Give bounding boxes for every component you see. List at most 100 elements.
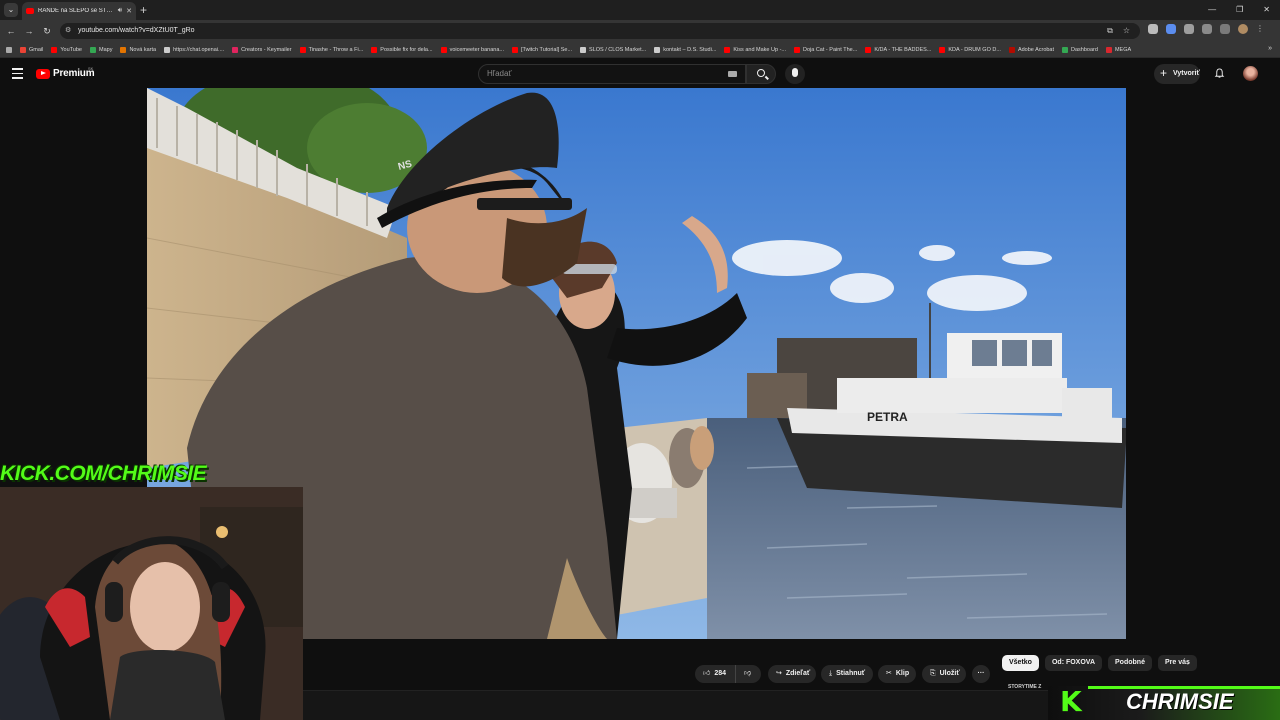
openai-icon <box>164 46 171 53</box>
bookmark-4[interactable]: https://chat.openai.... <box>164 46 224 53</box>
extensions-bar: ⋮ <box>1148 24 1264 34</box>
extension-icon[interactable] <box>1166 24 1176 34</box>
search-button[interactable] <box>746 64 776 84</box>
dislike-button[interactable]: 👎︎ <box>735 665 761 683</box>
youtube-premium-logo[interactable]: Premium <box>36 68 95 79</box>
bookmark-label: Creators - Keymailer <box>241 46 292 53</box>
webcam-feed <box>0 487 303 720</box>
chip-all[interactable]: Všetko <box>1002 655 1039 671</box>
bookmark-8[interactable]: voicemeeter banana... <box>440 46 504 53</box>
youtube-icon <box>794 46 800 53</box>
shield-extension-icon[interactable] <box>1148 24 1158 34</box>
tab-title: RANDE na SLEPO se STREAMEREM <box>38 8 114 14</box>
youtube-icon <box>299 46 306 53</box>
bookmark-16[interactable]: Adobe Acrobat <box>1008 46 1054 53</box>
puzzle-extensions-icon[interactable] <box>1202 24 1212 34</box>
voice-search-button[interactable] <box>785 64 805 84</box>
bookmark-label: Doja Cat - Paint The... <box>803 46 858 53</box>
thumbs-up-icon: 👍︎ <box>703 670 711 677</box>
install-app-icon[interactable]: ⧉ <box>1107 23 1113 39</box>
address-bar-row: ← → ↻ ⚙ youtube.com/watch?v=dXZtU0T_gRo … <box>0 20 1280 42</box>
bookmark-label: [Twitch Tutorial] Se... <box>521 46 573 53</box>
bookmark-11[interactable]: kontakt – D.S. Studi... <box>654 46 716 53</box>
youtube-icon <box>724 46 731 53</box>
bookmark-14[interactable]: K/DA - THE BADDES... <box>865 46 931 53</box>
top <box>110 650 225 720</box>
bookmark-15[interactable]: KDA - DRUM GO D... <box>939 46 1001 53</box>
create-button[interactable]: + Vytvoriť <box>1154 64 1200 84</box>
download-button[interactable]: ⤓ Stiahnuť <box>821 665 873 683</box>
bookmark-label: MEGA <box>1114 46 1132 53</box>
keymailer-icon <box>232 46 239 53</box>
create-label: Vytvoriť <box>1173 70 1200 77</box>
site-info-icon[interactable]: ⚙ <box>65 23 71 39</box>
bookmark-17[interactable]: Dashboard <box>1062 46 1098 53</box>
bookmarks-bar: Gmail YouTube Mapy Nová karta https://ch… <box>0 42 1280 58</box>
url-bar[interactable]: ⚙ youtube.com/watch?v=dXZtU0T_gRo ⧉ ☆ <box>60 23 1140 39</box>
chevron-right-icon[interactable]: › <box>1187 658 1190 667</box>
bookmark-13[interactable]: Doja Cat - Paint The... <box>794 46 858 53</box>
related-chips: Všetko Od: FOXOVA Podobné Pre vás <box>1002 655 1197 671</box>
search-icon <box>757 69 765 77</box>
back-arrow-icon[interactable]: ← <box>4 24 18 38</box>
like-count: 284 <box>714 670 727 677</box>
save-label: Uložiť <box>939 670 960 677</box>
chip-similar[interactable]: Podobné <box>1108 655 1152 671</box>
drive-extension-icon[interactable] <box>1184 24 1194 34</box>
like-button[interactable]: 👍︎ 284 <box>695 665 735 683</box>
bookmark-18[interactable]: MEGA <box>1105 46 1132 53</box>
url-text: youtube.com/watch?v=dXZtU0T_gRo <box>78 27 195 34</box>
bookmark-7[interactable]: Possible fix for dela... <box>371 46 433 53</box>
bookmark-10[interactable]: SLOS / CLOS Market... <box>580 46 646 53</box>
download-label: Stiahnuť <box>836 670 866 677</box>
clip-label: Klip <box>895 670 910 677</box>
browser-profile-avatar[interactable] <box>1238 24 1248 34</box>
bookmark-label: Mapy <box>99 46 113 53</box>
bookmark-12[interactable]: Kiss and Make Up -... <box>724 46 786 53</box>
minimize-icon[interactable]: — <box>1208 2 1216 18</box>
notifications-bell-icon[interactable] <box>1214 68 1225 79</box>
streamer-webcam <box>0 487 303 720</box>
share-label: Zdieľať <box>785 670 811 677</box>
more-actions-button[interactable]: ··· <box>972 665 990 683</box>
bookmark-3[interactable]: Nová karta <box>120 46 156 53</box>
browser-menu-icon[interactable]: ⋮ <box>1256 24 1264 34</box>
bookmarks-overflow-icon[interactable]: » <box>1268 45 1272 52</box>
apps-grid-icon[interactable] <box>6 46 12 53</box>
bookmark-icon: ⎘ <box>930 670 936 677</box>
restore-icon[interactable]: ❐ <box>1236 2 1243 18</box>
bookmark-5[interactable]: Creators - Keymailer <box>232 46 292 53</box>
bookmark-9[interactable]: [Twitch Tutorial] Se... <box>512 46 573 53</box>
share-button[interactable]: ↪ Zdieľať <box>768 665 816 683</box>
browser-tab-active[interactable]: RANDE na SLEPO se STREAMEREM 🔊︎ ✕ <box>22 2 136 20</box>
sidebar-icon[interactable] <box>1220 24 1230 34</box>
keyboard-icon[interactable] <box>728 71 737 77</box>
save-button[interactable]: ⎘ Uložiť <box>922 665 966 683</box>
new-tab-icon <box>120 46 127 53</box>
acrobat-icon <box>1008 46 1015 53</box>
close-icon[interactable]: ✕ <box>126 7 132 15</box>
hamburger-menu-icon[interactable] <box>12 68 23 79</box>
user-avatar[interactable] <box>1243 66 1258 81</box>
kick-channel-url: KICK.COM/CHRIMSIE <box>0 462 207 485</box>
search-input[interactable]: Hľadať <box>478 64 746 84</box>
bookmark-6[interactable]: Tinashe - Throw a Fi... <box>299 46 364 53</box>
maps-icon <box>90 46 96 53</box>
chip-for-you[interactable]: Pre vás <box>1157 655 1197 671</box>
bookmark-label: Tinashe - Throw a Fi... <box>308 46 364 53</box>
chip-from-channel[interactable]: Od: FOXOVA <box>1044 655 1103 671</box>
bookmark-2[interactable]: Mapy <box>90 46 113 53</box>
youtube-icon <box>512 46 518 53</box>
bookmark-0[interactable]: Gmail <box>20 46 44 53</box>
speaker-icon[interactable]: 🔊︎ <box>118 7 122 15</box>
bookmark-label: Gmail <box>29 46 44 53</box>
window-close-icon[interactable]: ✕ <box>1263 2 1270 18</box>
forward-arrow-icon[interactable]: → <box>22 24 36 38</box>
reload-icon[interactable]: ↻ <box>40 24 54 38</box>
tab-search-chevron-icon[interactable]: ⌄ <box>4 3 18 17</box>
new-tab-plus-icon[interactable]: + <box>140 2 147 18</box>
bookmark-star-icon[interactable]: ☆ <box>1123 23 1130 39</box>
browser-tab-strip: ⌄ RANDE na SLEPO se STREAMEREM 🔊︎ ✕ + — … <box>0 0 1280 20</box>
bookmark-1[interactable]: YouTube <box>51 46 82 53</box>
clip-button[interactable]: ✂ Klip <box>878 665 916 683</box>
